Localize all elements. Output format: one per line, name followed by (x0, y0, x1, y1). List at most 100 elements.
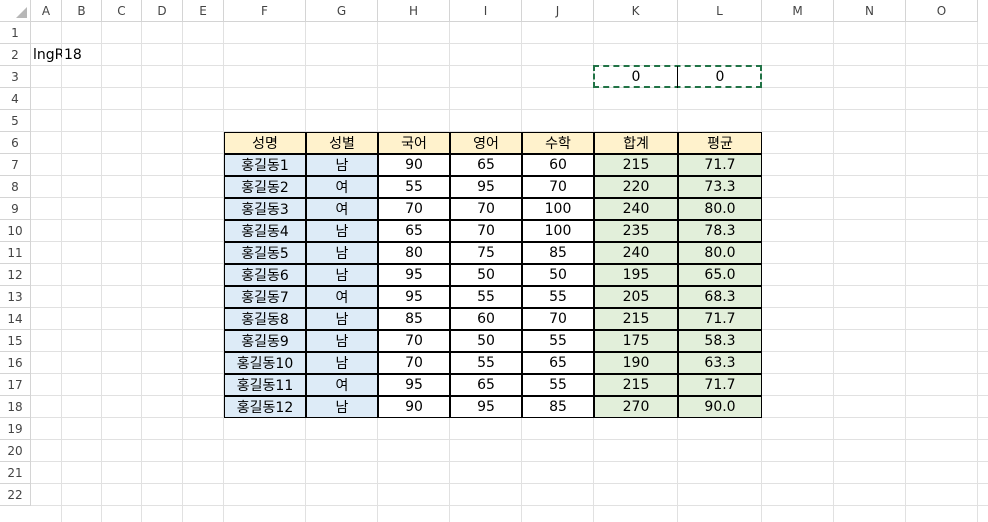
table-cell-g13[interactable]: 여 (306, 286, 378, 308)
table-cell-i13[interactable]: 55 (450, 286, 522, 308)
column-header-c[interactable]: C (102, 0, 142, 22)
table-cell-i16[interactable]: 55 (450, 352, 522, 374)
row-header-2[interactable]: 2 (0, 44, 31, 66)
table-header-l[interactable]: 평균 (678, 132, 762, 154)
row-header-21[interactable]: 21 (0, 462, 31, 484)
table-cell-h8[interactable]: 55 (378, 176, 450, 198)
column-header-f[interactable]: F (224, 0, 306, 22)
table-header-g[interactable]: 성별 (306, 132, 378, 154)
row-header-12[interactable]: 12 (0, 264, 31, 286)
table-cell-h12[interactable]: 95 (378, 264, 450, 286)
table-cell-k7[interactable]: 215 (594, 154, 678, 176)
table-cell-l7[interactable]: 71.7 (678, 154, 762, 176)
cell-b2[interactable]: 18 (62, 44, 102, 66)
row-header-19[interactable]: 19 (0, 418, 31, 440)
table-cell-j18[interactable]: 85 (522, 396, 594, 418)
row-header-1[interactable]: 1 (0, 22, 31, 44)
table-cell-h13[interactable]: 95 (378, 286, 450, 308)
column-header-o[interactable]: O (906, 0, 978, 22)
column-header-b[interactable]: B (62, 0, 102, 22)
table-cell-k9[interactable]: 240 (594, 198, 678, 220)
table-cell-h10[interactable]: 65 (378, 220, 450, 242)
row-header-4[interactable]: 4 (0, 88, 31, 110)
table-cell-h7[interactable]: 90 (378, 154, 450, 176)
table-cell-f15[interactable]: 홍길동9 (224, 330, 306, 352)
table-cell-l8[interactable]: 73.3 (678, 176, 762, 198)
table-cell-k16[interactable]: 190 (594, 352, 678, 374)
table-cell-l17[interactable]: 71.7 (678, 374, 762, 396)
column-header-d[interactable]: D (142, 0, 183, 22)
spreadsheet-grid[interactable]: A B C D E F G H I J K L M N O 1 2 3 4 5 6 7 8 9 10 11 12 13 14 15 16 17… (0, 0, 988, 522)
table-cell-i18[interactable]: 95 (450, 396, 522, 418)
table-cell-i10[interactable]: 70 (450, 220, 522, 242)
column-header-a[interactable]: A (31, 0, 62, 22)
table-cell-l11[interactable]: 80.0 (678, 242, 762, 264)
table-cell-i12[interactable]: 50 (450, 264, 522, 286)
table-cell-g9[interactable]: 여 (306, 198, 378, 220)
table-cell-f11[interactable]: 홍길동5 (224, 242, 306, 264)
column-header-h[interactable]: H (378, 0, 450, 22)
table-cell-l10[interactable]: 78.3 (678, 220, 762, 242)
table-cell-j17[interactable]: 55 (522, 374, 594, 396)
cell-k3[interactable]: 0 (594, 66, 678, 88)
table-cell-h9[interactable]: 70 (378, 198, 450, 220)
table-cell-f13[interactable]: 홍길동7 (224, 286, 306, 308)
table-cell-i17[interactable]: 65 (450, 374, 522, 396)
table-cell-h17[interactable]: 95 (378, 374, 450, 396)
table-cell-f10[interactable]: 홍길동4 (224, 220, 306, 242)
table-cell-g10[interactable]: 남 (306, 220, 378, 242)
row-header-18[interactable]: 18 (0, 396, 31, 418)
table-cell-f8[interactable]: 홍길동2 (224, 176, 306, 198)
table-cell-l13[interactable]: 68.3 (678, 286, 762, 308)
column-header-e[interactable]: E (183, 0, 224, 22)
table-cell-j10[interactable]: 100 (522, 220, 594, 242)
table-cell-h15[interactable]: 70 (378, 330, 450, 352)
table-cell-j9[interactable]: 100 (522, 198, 594, 220)
table-cell-k11[interactable]: 240 (594, 242, 678, 264)
row-header-5[interactable]: 5 (0, 110, 31, 132)
table-cell-g17[interactable]: 여 (306, 374, 378, 396)
row-header-20[interactable]: 20 (0, 440, 31, 462)
table-cell-f14[interactable]: 홍길동8 (224, 308, 306, 330)
table-cell-g18[interactable]: 남 (306, 396, 378, 418)
cell-a2[interactable]: lngR (31, 44, 62, 66)
row-header-14[interactable]: 14 (0, 308, 31, 330)
table-cell-j16[interactable]: 65 (522, 352, 594, 374)
row-header-8[interactable]: 8 (0, 176, 31, 198)
table-cell-k12[interactable]: 195 (594, 264, 678, 286)
table-cell-g8[interactable]: 여 (306, 176, 378, 198)
row-header-16[interactable]: 16 (0, 352, 31, 374)
table-cell-j14[interactable]: 70 (522, 308, 594, 330)
row-header-17[interactable]: 17 (0, 374, 31, 396)
table-cell-l16[interactable]: 63.3 (678, 352, 762, 374)
row-header-3[interactable]: 3 (0, 66, 31, 88)
table-cell-l14[interactable]: 71.7 (678, 308, 762, 330)
row-header-13[interactable]: 13 (0, 286, 31, 308)
table-cell-i11[interactable]: 75 (450, 242, 522, 264)
table-cell-l9[interactable]: 80.0 (678, 198, 762, 220)
table-cell-g12[interactable]: 남 (306, 264, 378, 286)
table-cell-g15[interactable]: 남 (306, 330, 378, 352)
table-cell-j15[interactable]: 55 (522, 330, 594, 352)
cell-l3[interactable]: 0 (678, 66, 762, 88)
column-header-i[interactable]: I (450, 0, 522, 22)
table-cell-f9[interactable]: 홍길동3 (224, 198, 306, 220)
table-cell-g11[interactable]: 남 (306, 242, 378, 264)
table-cell-l15[interactable]: 58.3 (678, 330, 762, 352)
table-cell-l18[interactable]: 90.0 (678, 396, 762, 418)
table-header-f[interactable]: 성명 (224, 132, 306, 154)
row-header-15[interactable]: 15 (0, 330, 31, 352)
row-header-10[interactable]: 10 (0, 220, 31, 242)
column-header-l[interactable]: L (678, 0, 762, 22)
table-header-h[interactable]: 국어 (378, 132, 450, 154)
row-header-11[interactable]: 11 (0, 242, 31, 264)
table-cell-j12[interactable]: 50 (522, 264, 594, 286)
table-cell-h14[interactable]: 85 (378, 308, 450, 330)
table-cell-k18[interactable]: 270 (594, 396, 678, 418)
select-all-button[interactable] (0, 0, 31, 22)
row-header-9[interactable]: 9 (0, 198, 31, 220)
table-cell-h11[interactable]: 80 (378, 242, 450, 264)
table-cell-f17[interactable]: 홍길동11 (224, 374, 306, 396)
column-header-n[interactable]: N (834, 0, 906, 22)
table-cell-h18[interactable]: 90 (378, 396, 450, 418)
